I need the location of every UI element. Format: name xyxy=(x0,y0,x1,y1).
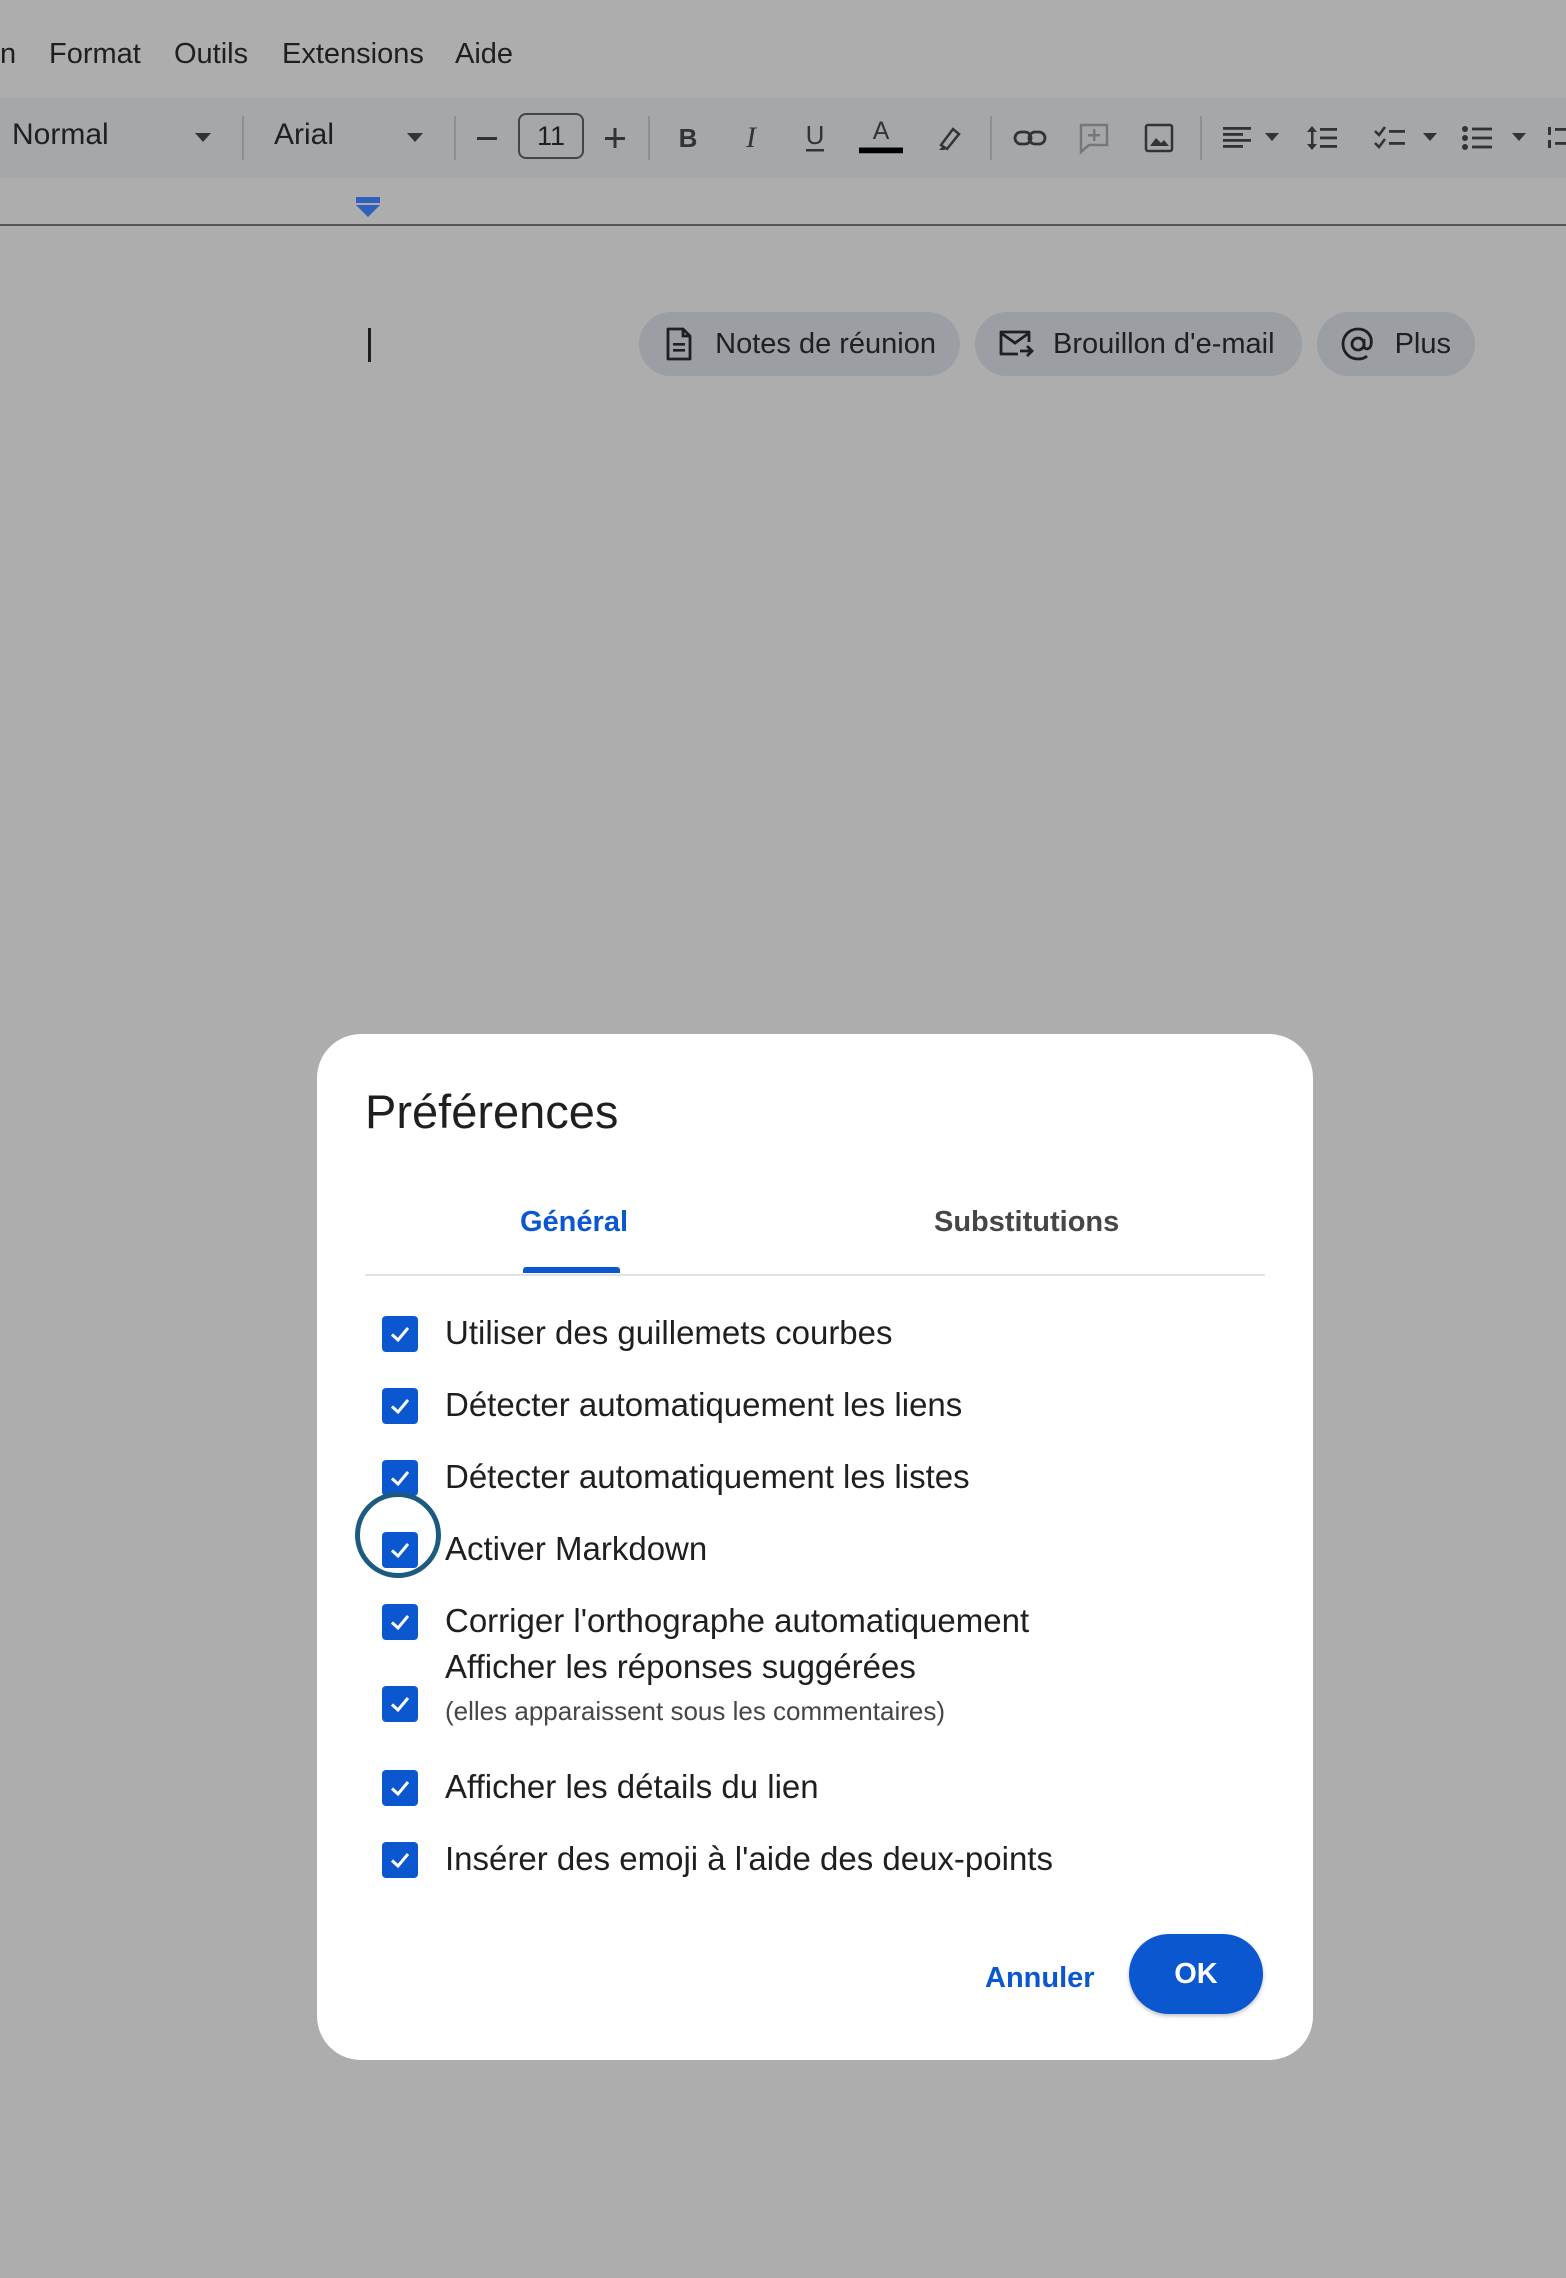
ok-button[interactable]: OK xyxy=(1129,1934,1263,2014)
bulleted-list-dropdown-icon[interactable] xyxy=(1512,133,1526,141)
option-sublabel: (elles apparaissent sous les commentaire… xyxy=(445,1696,945,1726)
check-icon xyxy=(390,1781,410,1797)
dialog-title: Préférences xyxy=(365,1085,619,1138)
checkbox[interactable] xyxy=(382,1770,418,1806)
svg-text:A: A xyxy=(873,117,890,145)
style-dropdown-icon[interactable] xyxy=(195,133,211,142)
toolbar-divider xyxy=(648,116,650,160)
check-icon xyxy=(390,1399,410,1415)
line-spacing-icon[interactable] xyxy=(1300,116,1344,160)
at-sign-icon xyxy=(1339,325,1377,363)
toolbar-divider xyxy=(1200,116,1202,160)
align-icon[interactable] xyxy=(1215,116,1259,160)
font-dropdown-icon[interactable] xyxy=(407,133,423,142)
chip-label: Plus xyxy=(1394,327,1451,360)
check-icon xyxy=(390,1615,410,1631)
svg-text:B: B xyxy=(679,123,698,153)
preferences-dialog: Préférences Général Substitutions Utilis… xyxy=(317,1034,1313,2060)
check-icon xyxy=(390,1471,410,1487)
email-draft-icon xyxy=(997,325,1035,363)
numbered-list-icon[interactable] xyxy=(1546,116,1566,160)
menu-item-extensions[interactable]: Extensions xyxy=(282,38,424,71)
chip-meeting-notes[interactable]: Notes de réunion xyxy=(639,312,960,376)
bulleted-list-icon[interactable] xyxy=(1455,116,1499,160)
option-emoji-colon[interactable]: Insérer des emoji à l'aide des deux-poin… xyxy=(317,1830,1313,1890)
checkbox[interactable] xyxy=(382,1316,418,1352)
decrease-font-size-icon[interactable] xyxy=(465,116,509,160)
option-link-details[interactable]: Afficher les détails du lien xyxy=(317,1758,1313,1818)
check-icon xyxy=(390,1853,410,1869)
font-select[interactable]: Arial xyxy=(274,118,334,152)
underline-icon[interactable]: U xyxy=(793,116,837,160)
add-comment-icon[interactable] xyxy=(1072,116,1116,160)
option-auto-detect-lists[interactable]: Détecter automatiquement les listes xyxy=(317,1448,1313,1508)
checkbox[interactable] xyxy=(382,1842,418,1878)
option-label: Corriger l'orthographe automatiquement xyxy=(445,1602,1030,1639)
option-label: Détecter automatiquement les liens xyxy=(445,1386,963,1423)
option-label: Activer Markdown xyxy=(445,1530,708,1567)
checklist-dropdown-icon[interactable] xyxy=(1423,133,1437,141)
checkbox[interactable] xyxy=(382,1388,418,1424)
checkbox[interactable] xyxy=(382,1604,418,1640)
option-enable-markdown[interactable]: Activer Markdown xyxy=(317,1520,1313,1580)
font-size-input[interactable]: 11 xyxy=(518,113,584,159)
tab-active-indicator xyxy=(523,1267,620,1273)
checkbox[interactable] xyxy=(382,1460,418,1496)
check-icon xyxy=(390,1697,410,1713)
toolbar-divider xyxy=(990,116,992,160)
option-auto-detect-links[interactable]: Détecter automatiquement les liens xyxy=(317,1376,1313,1436)
option-label: Utiliser des guillemets courbes xyxy=(445,1314,893,1351)
option-label: Afficher les détails du lien xyxy=(445,1768,819,1805)
menu-item-outils[interactable]: Outils xyxy=(174,38,248,71)
checkbox[interactable] xyxy=(382,1686,418,1722)
option-label: Insérer des emoji à l'aide des deux-poin… xyxy=(445,1840,1053,1877)
cancel-button[interactable]: Annuler xyxy=(969,1950,1111,2006)
checklist-icon[interactable] xyxy=(1368,116,1412,160)
text-cursor xyxy=(368,328,371,362)
ruler xyxy=(0,224,1566,226)
option-auto-spell-correct[interactable]: Corriger l'orthographe automatiquement xyxy=(317,1592,1313,1652)
menu-item-aide[interactable]: Aide xyxy=(455,38,513,71)
toolbar-divider xyxy=(242,116,244,160)
chip-more[interactable]: Plus xyxy=(1317,312,1475,376)
svg-text:I: I xyxy=(745,123,758,153)
tab-general[interactable]: Général xyxy=(520,1206,628,1239)
insert-image-icon[interactable] xyxy=(1137,116,1181,160)
toolbar: Normal Arial 11 B I U A xyxy=(0,98,1566,178)
tab-substitutions[interactable]: Substitutions xyxy=(934,1206,1119,1239)
focus-highlight-ring xyxy=(355,1492,441,1578)
link-icon[interactable] xyxy=(1008,116,1052,160)
align-dropdown-icon[interactable] xyxy=(1265,133,1279,141)
menu-item-partial[interactable]: n xyxy=(0,38,16,71)
menu-item-format[interactable]: Format xyxy=(49,38,141,71)
style-select[interactable]: Normal xyxy=(12,118,109,152)
option-label: Afficher les réponses suggérées xyxy=(445,1648,916,1685)
chip-label: Brouillon d'e-mail xyxy=(1053,327,1275,360)
chip-email-draft[interactable]: Brouillon d'e-mail xyxy=(975,312,1302,376)
option-smart-quotes[interactable]: Utiliser des guillemets courbes xyxy=(317,1304,1313,1364)
svg-text:U: U xyxy=(806,122,825,150)
toolbar-divider xyxy=(454,116,456,160)
increase-font-size-icon[interactable] xyxy=(593,116,637,160)
option-label: Détecter automatiquement les listes xyxy=(445,1458,970,1495)
tab-divider xyxy=(365,1274,1265,1276)
bold-icon[interactable]: B xyxy=(666,116,710,160)
italic-icon[interactable]: I xyxy=(729,116,773,160)
highlight-icon[interactable] xyxy=(928,116,972,160)
text-color-icon[interactable]: A xyxy=(859,110,903,164)
option-suggested-replies[interactable]: Afficher les réponses suggérées (elles a… xyxy=(317,1646,1313,1746)
indent-marker-icon[interactable] xyxy=(354,197,382,219)
document-icon xyxy=(661,325,697,363)
check-icon xyxy=(390,1327,410,1343)
chip-label: Notes de réunion xyxy=(715,327,936,360)
